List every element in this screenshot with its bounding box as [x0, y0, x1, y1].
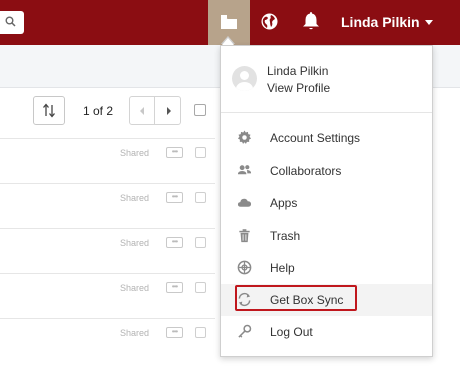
trash-icon — [239, 229, 250, 243]
next-page-button[interactable] — [156, 97, 181, 124]
cloud-icon — [237, 198, 252, 207]
row-checkbox[interactable] — [195, 147, 206, 158]
page-indicator: 1 of 2 — [83, 104, 114, 118]
more-options-icon[interactable]: ••• — [166, 192, 183, 203]
menu-item-label: Trash — [270, 229, 301, 243]
search-icon — [5, 16, 16, 27]
menu-item-account-settings[interactable]: Account Settings — [221, 122, 432, 154]
user-menu-button[interactable]: Linda Pilkin — [341, 14, 433, 30]
lifebuoy-icon — [237, 260, 252, 275]
box-sync-icon — [221, 15, 237, 29]
more-options-icon[interactable]: ••• — [166, 327, 183, 338]
view-profile-link[interactable]: View Profile — [267, 81, 330, 95]
menu-item-label: Help — [270, 261, 295, 275]
chevron-left-icon — [140, 107, 144, 115]
row-checkbox[interactable] — [195, 282, 206, 293]
dropdown-pointer-fill — [222, 38, 234, 45]
more-options-icon[interactable]: ••• — [166, 147, 183, 158]
menu-item-get-box-sync[interactable]: Get Box Sync — [221, 284, 432, 316]
list-item[interactable]: Shared ••• — [0, 228, 215, 273]
avatar — [232, 66, 257, 91]
pagination-controls — [129, 96, 181, 125]
user-dropdown-menu: Linda Pilkin View Profile Account Settin… — [220, 45, 433, 357]
row-checkbox[interactable] — [195, 237, 206, 248]
list-item[interactable]: Shared ••• — [0, 183, 215, 228]
list-item[interactable]: Shared ••• — [0, 318, 215, 363]
more-options-icon[interactable]: ••• — [166, 282, 183, 293]
list-item[interactable]: Shared ••• — [0, 273, 215, 318]
chevron-down-icon — [424, 20, 433, 25]
menu-item-label: Collaborators — [270, 164, 342, 178]
shared-label: Shared — [120, 193, 150, 203]
bell-icon[interactable] — [302, 11, 320, 31]
sort-button[interactable] — [33, 96, 65, 125]
menu-item-collaborators[interactable]: Collaborators — [221, 155, 432, 187]
select-all-checkbox[interactable] — [194, 104, 206, 116]
chevron-right-icon — [167, 107, 171, 115]
highlight-box — [235, 285, 357, 311]
menu-item-apps[interactable]: Apps — [221, 187, 432, 219]
list-item[interactable]: Shared ••• — [0, 138, 215, 183]
key-icon — [238, 324, 252, 338]
user-name: Linda Pilkin — [341, 14, 420, 30]
previous-page-button[interactable] — [130, 97, 155, 124]
search-box[interactable] — [0, 11, 24, 34]
shared-label: Shared — [120, 238, 150, 248]
shared-label: Shared — [120, 148, 150, 158]
shared-label: Shared — [120, 328, 150, 338]
menu-item-label: Account Settings — [270, 131, 361, 145]
gear-icon — [237, 130, 252, 144]
sort-icon — [43, 103, 55, 118]
menu-item-label: Log Out — [270, 325, 313, 339]
row-checkbox[interactable] — [195, 327, 206, 338]
globe-icon[interactable] — [260, 12, 279, 31]
divider — [221, 112, 432, 113]
more-options-icon[interactable]: ••• — [166, 237, 183, 248]
menu-item-help[interactable]: Help — [221, 252, 432, 284]
row-checkbox[interactable] — [195, 192, 206, 203]
profile-name: Linda Pilkin — [267, 64, 329, 78]
shared-label: Shared — [120, 283, 150, 293]
menu-item-trash[interactable]: Trash — [221, 220, 432, 252]
menu-item-label: Apps — [270, 196, 298, 210]
profile-section[interactable]: Linda Pilkin View Profile — [221, 46, 432, 112]
people-icon — [237, 165, 252, 175]
menu-item-log-out[interactable]: Log Out — [221, 316, 432, 348]
